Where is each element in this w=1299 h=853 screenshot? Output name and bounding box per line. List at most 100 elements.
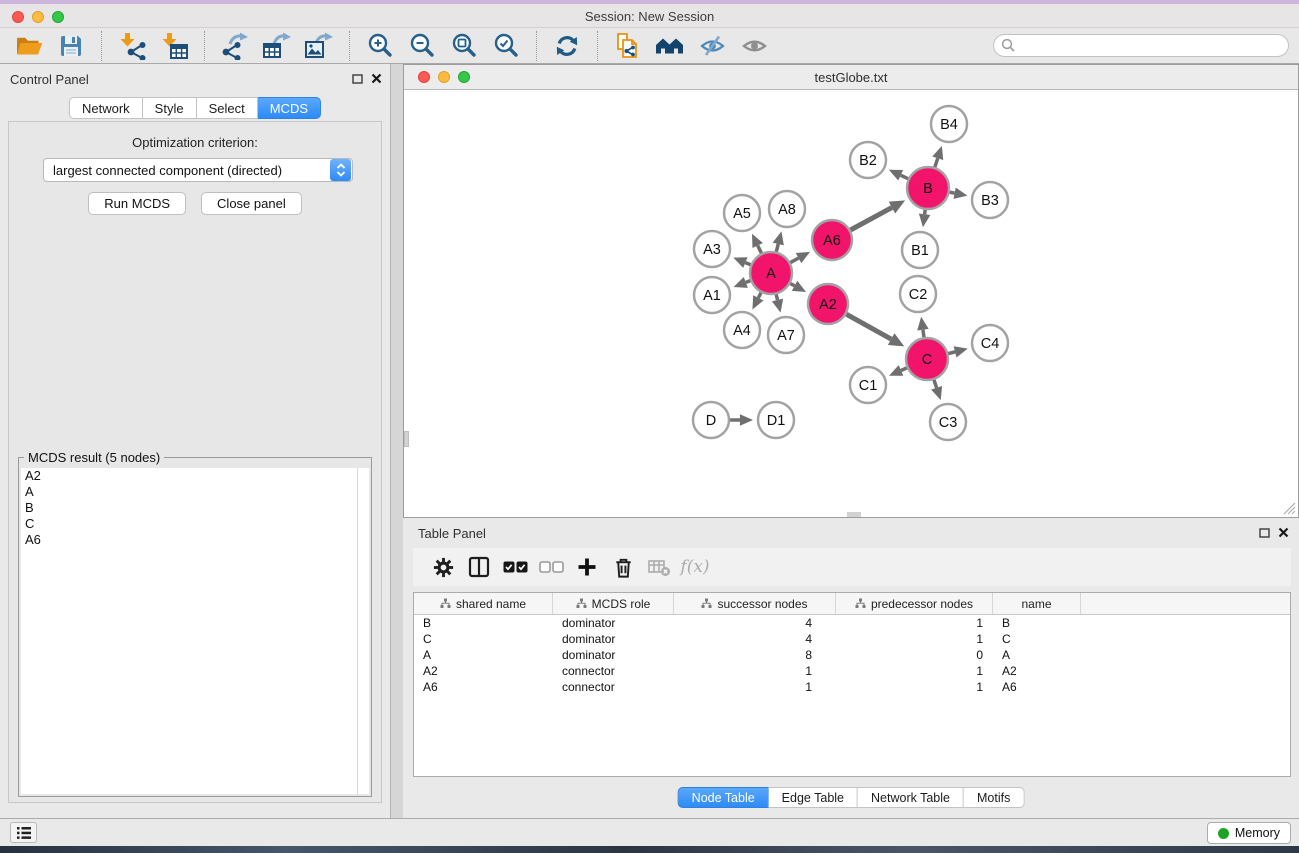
float-panel-icon[interactable] <box>352 74 363 84</box>
zoom-out-button[interactable] <box>405 30 439 61</box>
criterion-dropdown[interactable]: largest connected component (directed) <box>43 158 353 182</box>
tab-style[interactable]: Style <box>143 97 197 119</box>
import-table-button[interactable] <box>157 30 191 61</box>
import-network-button[interactable] <box>115 30 149 61</box>
table-row[interactable]: Bdominator41B <box>414 615 1290 631</box>
graph-edge-A6-B[interactable] <box>850 208 891 230</box>
tab-select[interactable]: Select <box>197 97 258 119</box>
export-image-button[interactable] <box>302 30 336 61</box>
graph-edge-B-B3[interactable] <box>950 192 955 193</box>
graph-node-A4[interactable]: A4 <box>724 312 760 348</box>
table-panel-tabs: Node TableEdge TableNetwork TableMotifs <box>678 787 1025 808</box>
tab-network[interactable]: Network <box>69 97 143 119</box>
resize-grip-icon[interactable] <box>1283 502 1296 515</box>
tab-mcds[interactable]: MCDS <box>258 97 321 119</box>
deselect-all-button[interactable] <box>533 552 569 582</box>
bird-view-button[interactable] <box>695 30 729 61</box>
column-header-successor-nodes[interactable]: successor nodes <box>674 593 836 614</box>
graph-edge-A-A1[interactable] <box>746 281 751 283</box>
network-canvas[interactable]: A A1 A2 A3 A4 A5 A6 A7 A8 B B1 B2 B3 B4 C C1 C2 C3 C4 D D1 <box>404 91 1298 517</box>
task-history-button[interactable] <box>10 822 37 843</box>
graph-node-A2[interactable]: A2 <box>808 284 848 324</box>
select-all-button[interactable] <box>497 552 533 582</box>
graph-node-A7[interactable]: A7 <box>768 317 804 353</box>
column-settings-button[interactable] <box>425 552 461 582</box>
graph-edge-B-B4[interactable] <box>935 158 938 167</box>
delete-columns-button[interactable] <box>605 552 641 582</box>
graph-edge-B-B2[interactable] <box>901 175 908 178</box>
graph-node-B2[interactable]: B2 <box>850 142 886 178</box>
column-header-MCDS-role[interactable]: MCDS role <box>553 593 674 614</box>
column-header-shared-name[interactable]: shared name <box>414 593 553 614</box>
graph-node-B1[interactable]: B1 <box>902 232 938 268</box>
tab-motifs[interactable]: Motifs <box>964 787 1024 808</box>
close-panel-button[interactable]: Close panel <box>201 192 302 215</box>
delete-table-button[interactable] <box>641 552 677 582</box>
tab-node-table[interactable]: Node Table <box>678 787 769 808</box>
graph-edge-A-A2[interactable] <box>790 284 794 286</box>
graph-node-C1[interactable]: C1 <box>850 367 886 403</box>
home-button[interactable] <box>653 30 687 61</box>
tab-network-table[interactable]: Network Table <box>858 787 964 808</box>
graph-node-D1[interactable]: D1 <box>758 402 794 438</box>
graph-node-B4[interactable]: B4 <box>931 106 967 142</box>
show-graphics-button[interactable] <box>737 30 771 61</box>
graph-edge-A-A8[interactable] <box>776 244 778 252</box>
float-panel-icon[interactable] <box>1259 528 1270 538</box>
graph-node-C4[interactable]: C4 <box>972 325 1008 361</box>
graph-node-A6[interactable]: A6 <box>812 220 852 260</box>
refresh-view-button[interactable] <box>550 30 584 61</box>
zoom-fit-button[interactable] <box>447 30 481 61</box>
graph-edge-C-C3[interactable] <box>934 380 937 388</box>
graph-node-A[interactable]: A <box>750 252 792 294</box>
graph-node-A8[interactable]: A8 <box>769 191 805 227</box>
zoom-in-button[interactable] <box>363 30 397 61</box>
new-session-from-network-button[interactable] <box>611 30 645 61</box>
table-row[interactable]: A6connector11A6 <box>414 679 1290 695</box>
table-row[interactable]: A2connector11A2 <box>414 663 1290 679</box>
graph-node-D[interactable]: D <box>693 402 729 438</box>
create-column-button[interactable] <box>569 552 605 582</box>
table-row[interactable]: Adominator80A <box>414 647 1290 663</box>
function-builder-button[interactable]: f(x) <box>677 552 713 582</box>
graph-node-C2[interactable]: C2 <box>900 276 936 312</box>
run-mcds-button[interactable]: Run MCDS <box>88 192 186 215</box>
zoom-in-icon <box>367 32 394 59</box>
mcds-list-scrollbar[interactable] <box>357 468 369 794</box>
graph-edge-A-A5[interactable] <box>758 245 762 253</box>
graph-node-C[interactable]: C <box>906 338 948 380</box>
memory-button[interactable]: Memory <box>1207 822 1291 844</box>
zoom-selected-button[interactable] <box>489 30 523 61</box>
graph-node-A3[interactable]: A3 <box>694 231 730 267</box>
save-session-button[interactable] <box>54 30 88 61</box>
column-header-predecessor-nodes[interactable]: predecessor nodes <box>836 593 993 614</box>
graph-node-C3[interactable]: C3 <box>930 404 966 440</box>
close-panel-icon[interactable] <box>1278 527 1289 538</box>
search-input[interactable] <box>993 34 1289 57</box>
graph-edge-B-B1[interactable] <box>925 210 926 214</box>
mcds-result-list[interactable]: A2ABCA6 <box>21 468 369 794</box>
graph-edge-A-A7[interactable] <box>776 294 777 300</box>
graph-node-B3[interactable]: B3 <box>972 182 1008 218</box>
column-header-name[interactable]: name <box>993 593 1081 614</box>
graph-edge-A2-C[interactable] <box>846 314 891 339</box>
graph-edge-C-C1[interactable] <box>901 368 907 371</box>
export-table-button[interactable] <box>260 30 294 61</box>
graph-edge-C-C2[interactable] <box>923 330 924 337</box>
horizontal-scrollbar-thumb[interactable] <box>847 512 861 517</box>
graph-node-A5[interactable]: A5 <box>724 195 760 231</box>
export-network-button[interactable] <box>218 30 252 61</box>
close-panel-icon[interactable] <box>371 73 382 84</box>
show-column-selector-button[interactable] <box>461 552 497 582</box>
open-file-button[interactable] <box>12 30 46 61</box>
graph-edge-A-A6[interactable] <box>790 258 798 262</box>
graph-node-A1[interactable]: A1 <box>694 277 730 313</box>
table-row[interactable]: Cdominator41C <box>414 631 1290 647</box>
graph-edge-C-C4[interactable] <box>948 352 955 354</box>
tab-edge-table[interactable]: Edge Table <box>769 787 858 808</box>
graph-edge-A-A4[interactable] <box>758 293 761 298</box>
vertical-scrollbar-thumb[interactable] <box>404 431 409 447</box>
graph-node-B[interactable]: B <box>907 167 949 209</box>
network-window-titlebar[interactable]: testGlobe.txt <box>404 65 1298 90</box>
graph-edge-A-A3[interactable] <box>745 263 750 265</box>
